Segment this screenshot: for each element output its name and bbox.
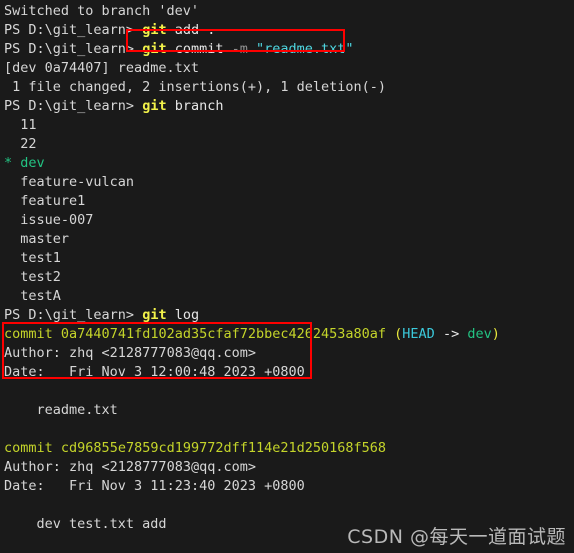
- git-keyword-log: git: [142, 307, 167, 323]
- author-label-1: Author:: [4, 459, 70, 475]
- date-value-1: Fri Nov 3 11:23:40 2023 +0800: [69, 478, 305, 494]
- branch-marker-4: [4, 193, 20, 209]
- log-message-line: readme.txt: [0, 401, 574, 420]
- space-4: [134, 98, 142, 114]
- branch-list-item: testA: [0, 287, 574, 306]
- space-1: [134, 22, 142, 38]
- branch-name-3: feature-vulcan: [20, 174, 135, 190]
- branch-marker-1: [4, 136, 20, 152]
- space-5: [134, 307, 142, 323]
- prompt-4: PS D:\git_learn>: [4, 307, 135, 323]
- space-2: [134, 41, 142, 57]
- author-value-0: zhq <2128777083@qq.com>: [69, 345, 256, 361]
- log-commit-hash-line: commit 0a7440741fd102ad35cfaf72bbec42624…: [0, 325, 574, 344]
- log-author-line: Author: zhq <2128777083@qq.com>: [0, 458, 574, 477]
- git-commit-message-literal: "readme.txt": [256, 41, 354, 57]
- branch-list-item-current: * dev: [0, 154, 574, 173]
- git-commit-subcommand: commit: [166, 41, 232, 57]
- branch-name-6: master: [20, 231, 70, 247]
- date-label-1: Date:: [4, 478, 70, 494]
- git-keyword-branch: git: [142, 98, 167, 114]
- branch-list-item: feature1: [0, 192, 574, 211]
- commit-space-0: [53, 326, 61, 342]
- switched-branch-text: Switched to branch 'dev': [4, 3, 200, 19]
- git-add-args: add .: [166, 22, 216, 38]
- branch-marker-9: [4, 288, 20, 304]
- decoration-close-paren: ): [491, 326, 500, 342]
- git-commit-flag: -m: [231, 41, 248, 57]
- branch-name-8: test2: [20, 269, 61, 285]
- branch-name-4: feature1: [20, 193, 86, 209]
- branch-marker-0: [4, 117, 20, 133]
- decoration-arrow: ->: [434, 326, 468, 342]
- commit-hash-1: cd96855e7859cd199772dff114e21d250168f568: [60, 440, 387, 456]
- branch-name-9: testA: [20, 288, 61, 304]
- branch-list-item: test2: [0, 268, 574, 287]
- prompt-2: PS D:\git_learn>: [4, 41, 135, 57]
- branch-marker-3: [4, 174, 20, 190]
- branch-marker-7: [4, 250, 20, 266]
- prompt-3: PS D:\git_learn>: [4, 98, 135, 114]
- git-log-args: log: [166, 307, 200, 323]
- author-label-0: Author:: [4, 345, 70, 361]
- log-date-line: Date: Fri Nov 3 11:23:40 2023 +0800: [0, 477, 574, 496]
- branch-marker-5: [4, 212, 20, 228]
- branch-name-1: 22: [20, 136, 37, 152]
- command-line-git-log: PS D:\git_learn> git log: [0, 306, 574, 325]
- branch-marker-8: [4, 269, 20, 285]
- command-line-git-branch: PS D:\git_learn> git branch: [0, 97, 574, 116]
- branch-list-item: feature-vulcan: [0, 173, 574, 192]
- log-author-line: Author: zhq <2128777083@qq.com>: [0, 344, 574, 363]
- commit-message-0: readme.txt: [4, 402, 118, 418]
- commit-label-0: commit: [4, 326, 53, 342]
- log-commit-hash-line: commit cd96855e7859cd199772dff114e21d250…: [0, 439, 574, 458]
- output-line-commit-result: [dev 0a74407] readme.txt: [0, 59, 574, 78]
- commit-hash-0: 0a7440741fd102ad35cfaf72bbec4262453a80af: [60, 326, 387, 342]
- decoration-open-paren: (: [386, 326, 403, 342]
- csdn-watermark: CSDN @每天一道面试题: [347, 526, 566, 548]
- branch-name-0: 11: [20, 117, 37, 133]
- branch-name-2: dev: [20, 155, 45, 171]
- branch-name-5: issue-007: [20, 212, 94, 228]
- commit-space-1: [53, 440, 61, 456]
- decoration-head: HEAD: [402, 326, 435, 342]
- commit-result-text: [dev 0a74407] readme.txt: [4, 60, 200, 76]
- command-line-git-commit: PS D:\git_learn> git commit -m "readme.t…: [0, 40, 574, 59]
- branch-list-item: test1: [0, 249, 574, 268]
- commit-message-1: dev test.txt add: [4, 516, 167, 532]
- git-keyword-commit: git: [142, 41, 167, 57]
- prompt-1: PS D:\git_learn>: [4, 22, 135, 38]
- date-label-0: Date:: [4, 364, 70, 380]
- branch-marker-current: *: [4, 155, 21, 171]
- branch-name-7: test1: [20, 250, 61, 266]
- branch-list-item: issue-007: [0, 211, 574, 230]
- author-value-1: zhq <2128777083@qq.com>: [69, 459, 256, 475]
- branch-marker-6: [4, 231, 20, 247]
- branch-list-item: 11: [0, 116, 574, 135]
- commit-stats-text: 1 file changed, 2 insertions(+), 1 delet…: [4, 79, 387, 95]
- branch-list-item: 22: [0, 135, 574, 154]
- git-keyword-add: git: [142, 22, 167, 38]
- log-date-line: Date: Fri Nov 3 12:00:48 2023 +0800: [0, 363, 574, 382]
- decoration-branch: dev: [467, 326, 492, 342]
- commit-label-1: commit: [4, 440, 53, 456]
- date-value-0: Fri Nov 3 12:00:48 2023 +0800: [69, 364, 305, 380]
- space-3: [248, 41, 256, 57]
- branch-list-item: master: [0, 230, 574, 249]
- command-line-git-add: PS D:\git_learn> git add .: [0, 21, 574, 40]
- output-line-switched-branch: Switched to branch 'dev': [0, 2, 574, 21]
- output-line-commit-stats: 1 file changed, 2 insertions(+), 1 delet…: [0, 78, 574, 97]
- terminal-window[interactable]: Switched to branch 'dev' PS D:\git_learn…: [0, 0, 574, 553]
- git-branch-args: branch: [166, 98, 224, 114]
